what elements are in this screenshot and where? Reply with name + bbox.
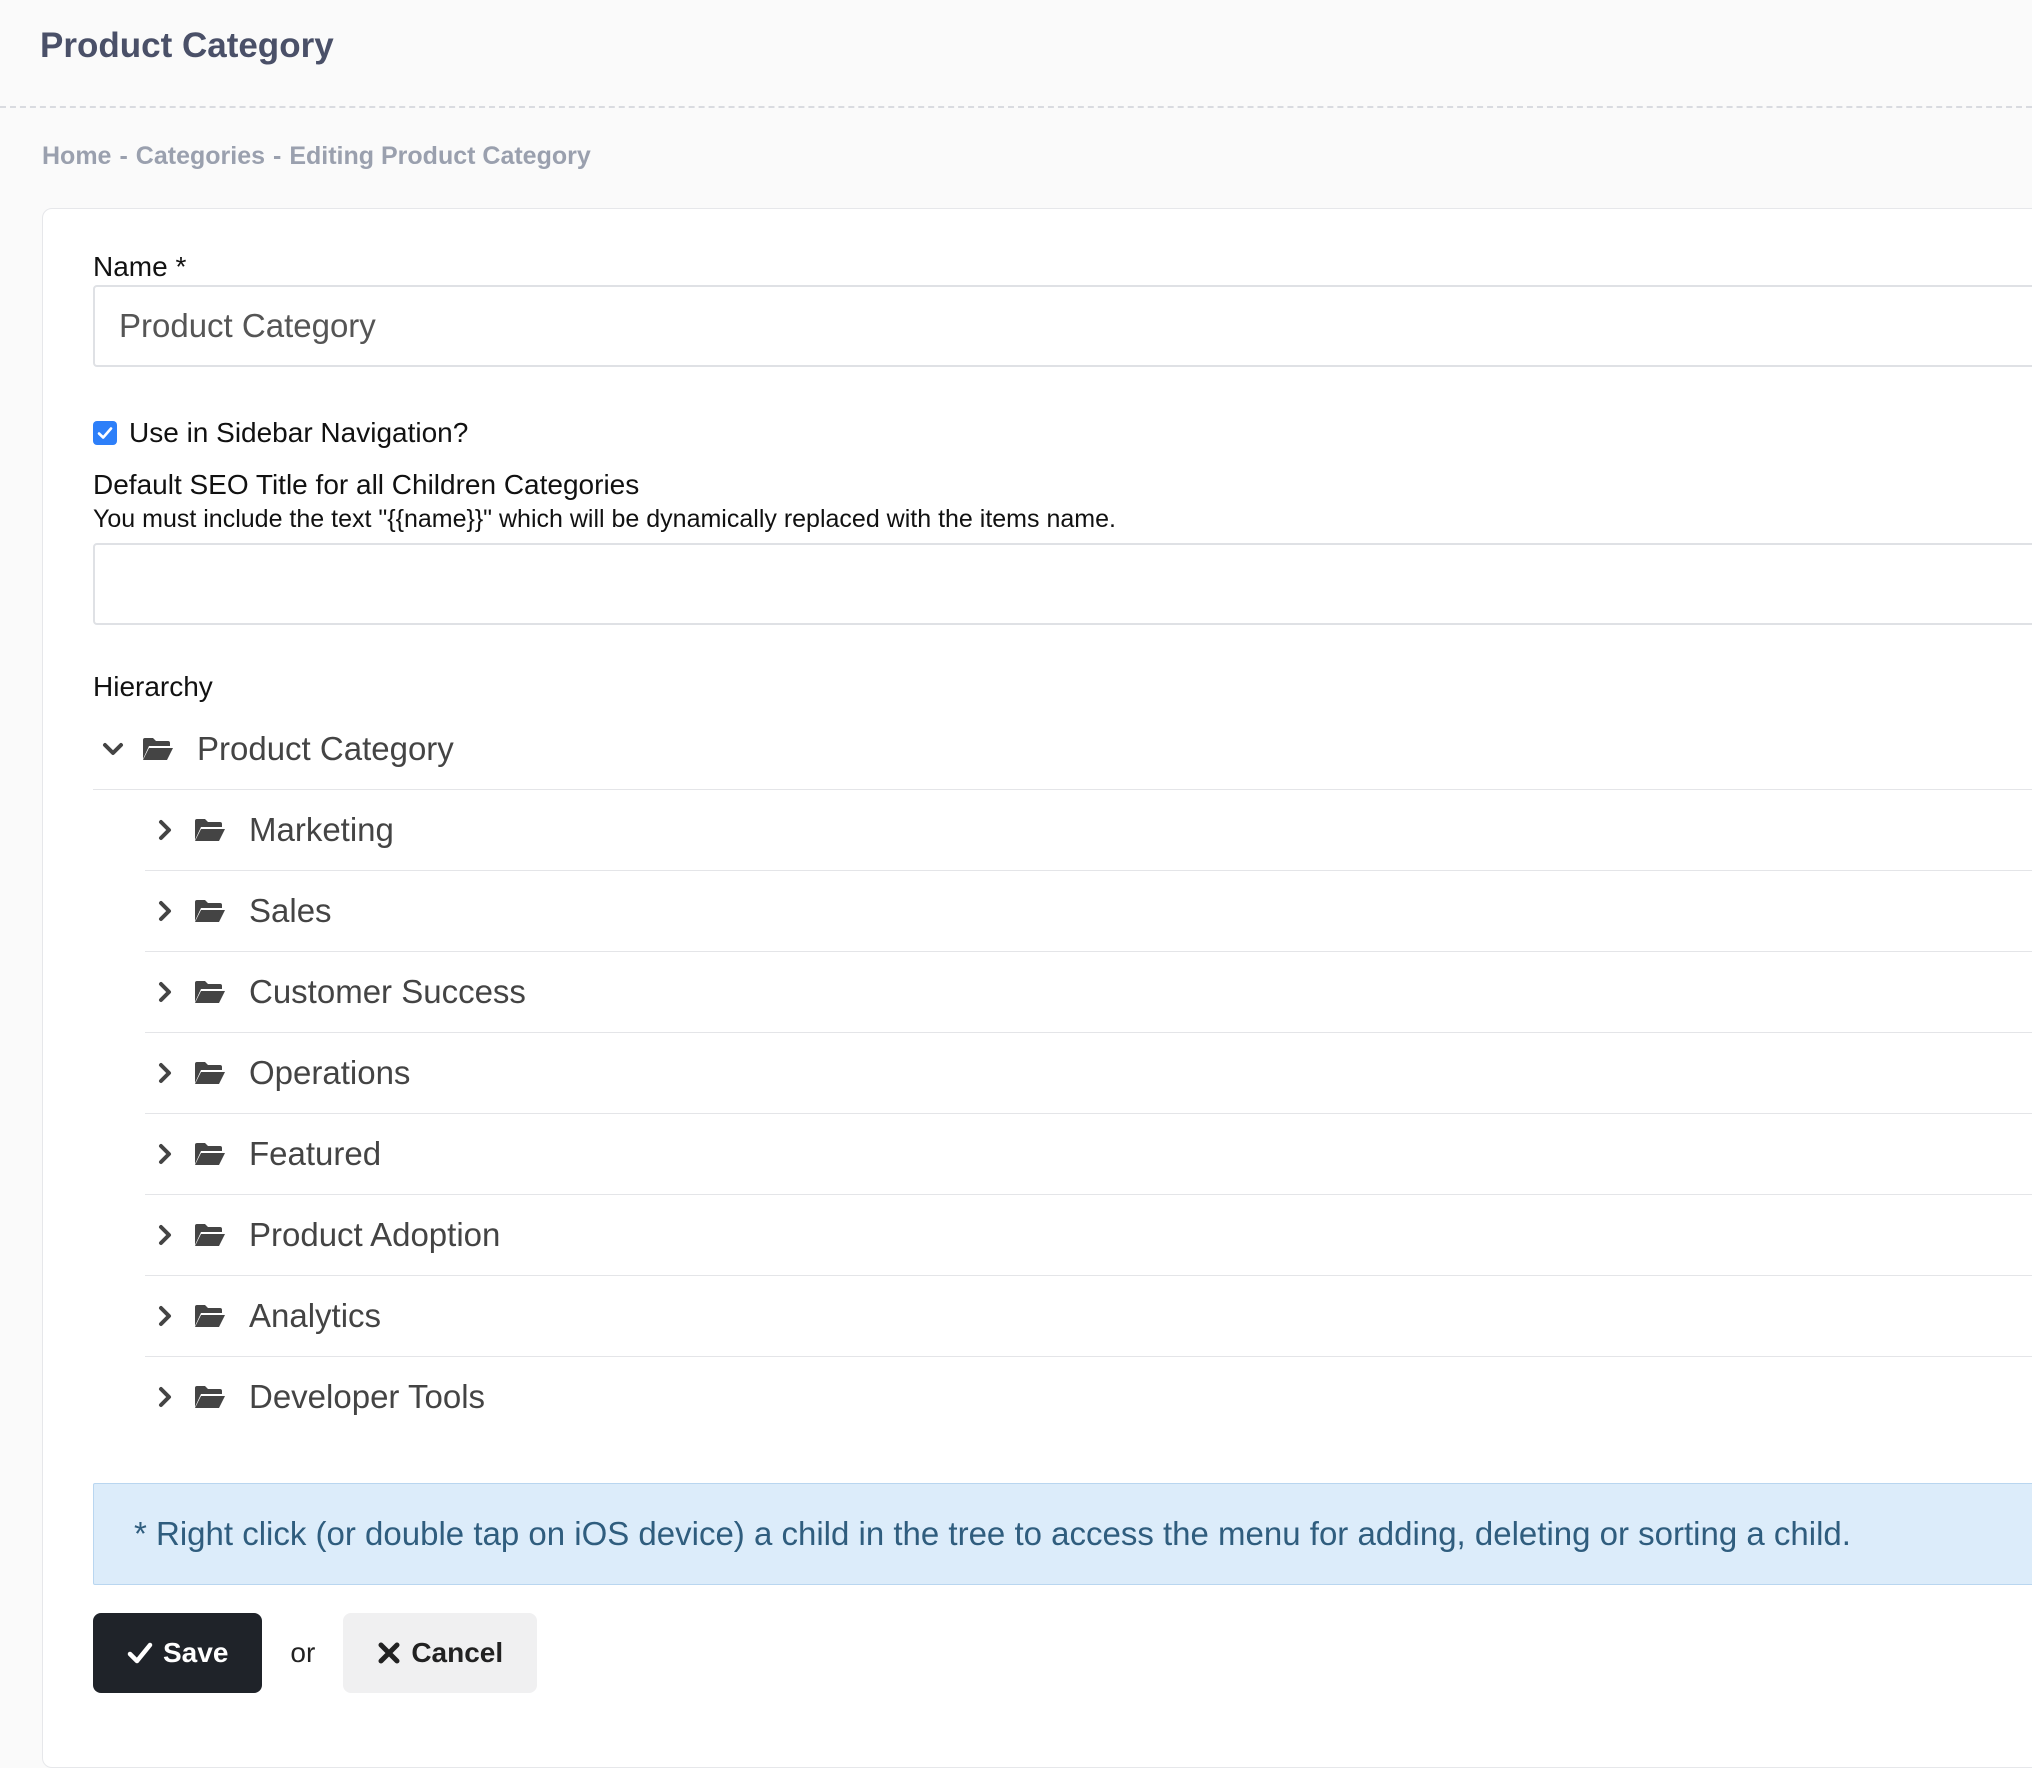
tree-node[interactable]: Operations [145, 1033, 2032, 1114]
form-actions: Save or Cancel [93, 1613, 538, 1693]
tree-node-label: Product Adoption [249, 1216, 501, 1253]
tree-node[interactable]: Analytics [145, 1276, 2032, 1357]
tree-node[interactable]: Customer Success [145, 952, 2032, 1033]
tree-node-label: Marketing [249, 811, 394, 848]
close-icon [377, 1641, 401, 1665]
chevron-right-icon[interactable] [145, 1296, 185, 1336]
page-title: Product Category [40, 26, 334, 65]
folder-open-icon [193, 815, 227, 845]
chevron-right-icon[interactable] [145, 1134, 185, 1174]
folder-open-icon [193, 1220, 227, 1250]
breadcrumb-current: Editing Product Category [289, 142, 591, 170]
tree-node[interactable]: Sales [145, 871, 2032, 952]
sidebar-nav-checkbox[interactable] [93, 421, 117, 445]
cancel-button-label: Cancel [411, 1637, 504, 1668]
sidebar-nav-label: Use in Sidebar Navigation? [129, 417, 469, 448]
tree-node-label: Featured [249, 1135, 382, 1172]
tree-node[interactable]: Marketing [145, 790, 2032, 871]
tree-node[interactable]: Featured [145, 1114, 2032, 1195]
save-button-label: Save [163, 1637, 229, 1668]
tree-node-label: Analytics [249, 1297, 382, 1334]
tree-root-node[interactable]: Product Category [93, 709, 2032, 790]
chevron-right-icon[interactable] [145, 891, 185, 931]
chevron-right-icon[interactable] [145, 972, 185, 1012]
chevron-down-icon[interactable] [93, 729, 133, 769]
folder-open-icon [193, 977, 227, 1007]
or-text: or [290, 1637, 316, 1668]
name-label-text: Name * [93, 251, 187, 282]
breadcrumb-separator: - [273, 142, 282, 170]
breadcrumb-home[interactable]: Home [42, 142, 111, 171]
chevron-right-icon[interactable] [145, 1053, 185, 1093]
tree-node-label: Developer Tools [249, 1378, 486, 1415]
tree-node-label: Customer Success [249, 973, 526, 1010]
folder-open-icon [141, 734, 175, 764]
folder-open-icon [193, 896, 227, 926]
save-button[interactable]: Save [93, 1613, 263, 1693]
tree-node[interactable]: Product Adoption [145, 1195, 2032, 1276]
tree-node-label: Product Category [197, 730, 454, 767]
sidebar-nav-checkbox-row[interactable]: Use in Sidebar Navigation? [93, 417, 468, 449]
chevron-right-icon[interactable] [145, 810, 185, 850]
edit-category-card: Name * Use in Sidebar Navigation? Defaul… [42, 208, 2032, 1768]
folder-open-icon [193, 1382, 227, 1412]
tree-children: Marketing Sales Customer Success Operati… [145, 790, 2032, 1437]
tree-node-label: Operations [249, 1054, 411, 1091]
breadcrumb: Home - Categories - Editing Product Cate… [42, 142, 591, 171]
breadcrumb-categories[interactable]: Categories [136, 142, 265, 171]
chevron-right-icon[interactable] [145, 1215, 185, 1255]
hierarchy-label: Hierarchy [93, 671, 213, 702]
tree-help-text: * Right click (or double tap on iOS devi… [134, 1515, 1851, 1552]
breadcrumb-separator: - [119, 142, 128, 170]
check-icon [97, 427, 113, 439]
page-header: Product Category [0, 0, 2032, 108]
check-icon [127, 1641, 153, 1665]
seo-title-help: You must include the text "{{name}}" whi… [93, 505, 1116, 533]
folder-open-icon [193, 1058, 227, 1088]
tree-node-label: Sales [249, 892, 332, 929]
seo-title-label: Default SEO Title for all Children Categ… [93, 469, 640, 500]
tree-node[interactable]: Developer Tools [145, 1357, 2032, 1437]
seo-title-input[interactable] [93, 543, 2032, 625]
folder-open-icon [193, 1139, 227, 1169]
cancel-button[interactable]: Cancel [343, 1613, 538, 1693]
name-input[interactable] [93, 285, 2032, 367]
tree-help-alert: * Right click (or double tap on iOS devi… [93, 1483, 2032, 1585]
hierarchy-tree: Product Category Marketing Sales Custome… [93, 709, 2032, 1437]
folder-open-icon [193, 1301, 227, 1331]
chevron-right-icon[interactable] [145, 1377, 185, 1417]
